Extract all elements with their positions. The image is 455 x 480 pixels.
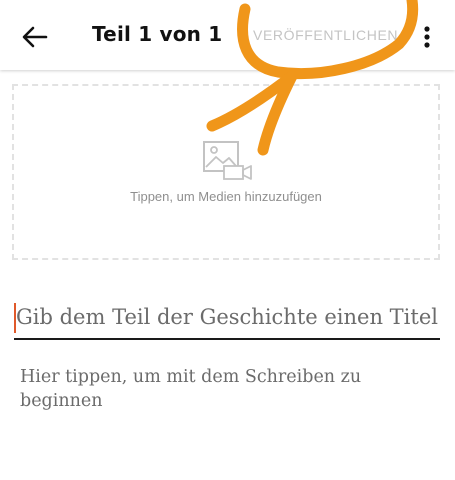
add-media-label: Tippen, um Medien hinzuzufügen [130, 189, 322, 204]
page-title: Teil 1 von 1 [92, 22, 223, 46]
more-vertical-icon [424, 26, 430, 48]
image-video-icon [203, 141, 252, 180]
add-media-area[interactable]: Tippen, um Medien hinzuzufügen [12, 84, 440, 260]
part-title-input[interactable]: Gib dem Teil der Geschichte einen Titel [14, 300, 440, 340]
part-title-placeholder: Gib dem Teil der Geschichte einen Titel [16, 305, 438, 329]
publish-button[interactable]: VERÖFFENTLICHEN [253, 27, 398, 43]
arrow-left-icon [22, 26, 48, 48]
story-body-placeholder: Hier tippen, um mit dem Schreiben zu beg… [20, 367, 362, 411]
more-options-button[interactable] [414, 22, 440, 52]
app-bar: Teil 1 von 1 VERÖFFENTLICHEN [0, 0, 455, 70]
back-button[interactable] [18, 20, 52, 54]
story-body-input[interactable]: Hier tippen, um mit dem Schreiben zu beg… [20, 365, 440, 465]
